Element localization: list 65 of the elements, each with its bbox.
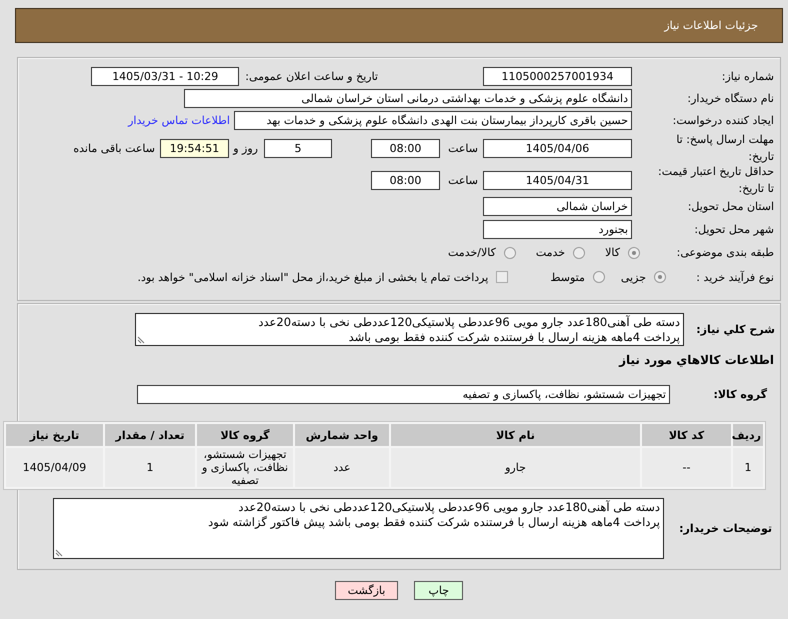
- validity-date-field[interactable]: 1405/04/31: [483, 170, 632, 190]
- field-label: حداقل تاریخ اعتبار قیمت: تا تاریخ:: [658, 164, 774, 197]
- announcement-date-field[interactable]: 1405/03/31 - 10:29: [91, 67, 240, 86]
- field-label: طبقه بندی موضوعی:: [676, 245, 774, 261]
- contact-info-link[interactable]: اطلاعات تماس خریدار: [128, 114, 230, 126]
- field-label: تاریخ و ساعت اعلان عمومی:: [245, 70, 378, 83]
- time-left-field[interactable]: 19:54:51: [160, 138, 229, 158]
- radio-button[interactable]: [628, 246, 640, 258]
- table-cell: 1405/04/09: [6, 448, 103, 487]
- field-label: ساعت: [447, 174, 479, 186]
- province-field[interactable]: خراسان شمالی: [483, 197, 632, 216]
- radio-button[interactable]: [654, 271, 666, 283]
- print-button[interactable]: چاپ: [414, 581, 464, 600]
- option-label: متوسط: [550, 270, 585, 284]
- field-label: توضیحات خریدار:: [679, 521, 772, 537]
- back-button[interactable]: بازگشت: [334, 581, 398, 600]
- field-label: شماره نیاز:: [722, 69, 774, 85]
- column-header: نام کالا: [391, 424, 640, 446]
- description-field[interactable]: دسته طی آهنی180عدد جارو مویی 96عددطی پلاستیکی120عددطی نخی با دسته20عدد پرداخت 4ماهه هزینه ارسال با فرستنده شرکت کننده فقط بومی باشد: [135, 312, 684, 346]
- option-label: خدمت: [536, 246, 566, 259]
- field-label: نام دستگاه خریدار:: [687, 90, 774, 106]
- checkbox-label: پرداخت تمام یا بخشی از مبلغ خرید،از محل "اسناد خزانه اسلامی" خواهد بود.: [138, 270, 488, 284]
- table-cell: --: [642, 448, 731, 487]
- field-label: استان محل تحویل:: [688, 199, 774, 215]
- radio-button[interactable]: [573, 246, 586, 258]
- days-left-field[interactable]: 5: [264, 138, 332, 158]
- table-cell: تجهیزات شستشو، نظافت، پاکسازی و تصفیه: [197, 448, 293, 487]
- field-label: شرح کلي نیاز:: [696, 322, 775, 338]
- radio-button[interactable]: [504, 246, 516, 258]
- column-header: کد کالا: [642, 424, 731, 446]
- column-header: گروه کالا: [197, 424, 293, 446]
- resize-grip-icon[interactable]: [55, 549, 63, 557]
- option-label: جزیی: [620, 270, 646, 284]
- section-heading: اطلاعات کالاهاي مورد نياز: [619, 353, 775, 367]
- column-header: تعداد / مقدار: [105, 424, 195, 446]
- buyer-notes-field[interactable]: دسته طی آهنی180عدد جارو مویی 96عددطی پلاستیکی120عددطی نخی با دسته20عدد پرداخت 4ماهه هزینه ارسال با فرستنده شرکت کننده فقط بومی باشد پیش فاکتور گزاشته شود: [53, 498, 664, 559]
- field-label: شهر محل تحویل:: [694, 222, 774, 238]
- deadline-date-field[interactable]: 1405/04/06: [483, 138, 632, 158]
- column-header: ردیف: [733, 424, 763, 446]
- table-cell: 1: [733, 448, 763, 487]
- checkbox[interactable]: [496, 271, 508, 283]
- resize-grip-icon[interactable]: [137, 336, 145, 344]
- radio-button[interactable]: [592, 271, 605, 283]
- requester-field[interactable]: حسین باقری کارپرداز بیمارستان بنت الهدی دانشگاه علوم پزشکی و خدمات بهد: [234, 110, 632, 130]
- page-title: جزئیات اطلاعات نیاز: [664, 19, 758, 32]
- option-label: کالا/خدمت: [448, 246, 496, 259]
- city-field[interactable]: بجنورد: [483, 220, 632, 238]
- field-label: ایجاد کننده درخواست:: [672, 112, 774, 128]
- field-label: نوع فرآیند خرید :: [696, 270, 774, 286]
- deadline-time-field[interactable]: 08:00: [371, 138, 440, 158]
- goods-group-field[interactable]: تجهیزات شستشو، نظافت، پاکسازی و تصفیه: [137, 384, 670, 404]
- table-cell: عدد: [295, 448, 389, 487]
- option-label: کالا: [605, 246, 620, 259]
- validity-time-field[interactable]: 08:00: [371, 170, 440, 190]
- field-label: مهلت ارسال پاسخ: تا تاریخ:: [675, 132, 774, 165]
- field-label: گروه کالا:: [713, 386, 767, 402]
- field-label: روز و: [232, 142, 259, 154]
- field-label: ساعت باقی مانده: [73, 142, 155, 154]
- need-number-field[interactable]: 1105000257001934: [483, 67, 632, 86]
- table-cell: جارو: [391, 448, 640, 487]
- field-label: ساعت: [447, 142, 479, 154]
- table-cell: 1: [105, 448, 195, 487]
- buyer-org-field[interactable]: دانشگاه علوم پزشکی و خدمات بهداشتی درمانی استان خراسان شمالی: [184, 88, 632, 108]
- column-header: تاریخ نیاز: [6, 424, 103, 446]
- column-header: واحد شمارش: [295, 424, 389, 446]
